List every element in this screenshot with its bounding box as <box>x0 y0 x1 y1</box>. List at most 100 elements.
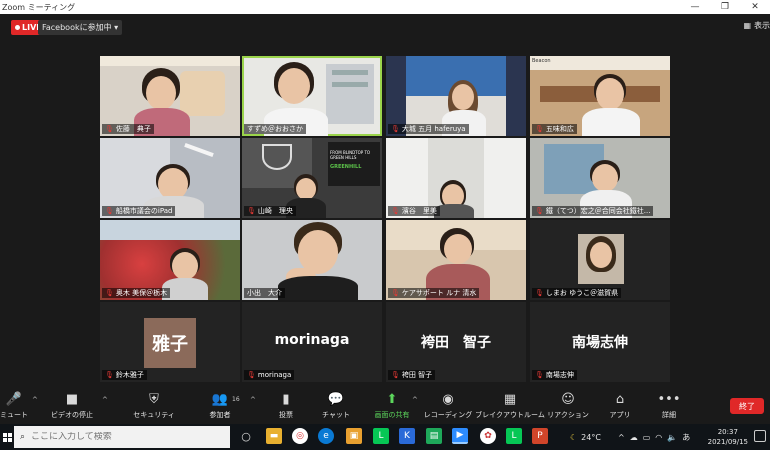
volume-icon[interactable]: 🔈 <box>667 433 677 442</box>
search-icon: ⌕ <box>20 432 26 442</box>
chat-button[interactable]: 💬 チャット <box>308 392 364 422</box>
participants-count: 16 <box>232 396 240 403</box>
muted-mic-icon: 🎙 <box>535 207 544 215</box>
video-tile-active-speaker[interactable]: すずめ＠おおさか <box>242 56 382 136</box>
stop-video-button[interactable]: ■ ビデオの停止 <box>44 392 100 422</box>
video-tile[interactable]: Beacon 🎙 五味和広 <box>530 56 670 136</box>
task-view-icon[interactable]: ○ <box>238 428 254 444</box>
muted-mic-icon: 🎙 <box>391 371 400 379</box>
view-button[interactable]: ▦ 表示 <box>743 20 770 31</box>
zoom-icon[interactable]: ▶ <box>452 428 468 444</box>
ellipsis-icon: ••• <box>657 392 681 407</box>
line-icon[interactable]: L <box>373 428 389 444</box>
breakout-grid-icon: ▦ <box>503 392 517 407</box>
photo-app-icon[interactable]: ▣ <box>346 428 362 444</box>
gym-sign-green: GREENHILL <box>330 164 362 170</box>
share-screen-icon: ⬆ <box>386 392 398 407</box>
edge-icon[interactable]: e <box>318 428 334 444</box>
muted-mic-icon: 🎙 <box>535 125 544 133</box>
video-tile[interactable]: 🎙 鐵（てつ）宏之＠合同会社鐵社... <box>530 138 670 218</box>
smiley-icon: ☺ <box>561 392 575 407</box>
video-tile-off[interactable]: 南場志伸 🎙 南場志伸 <box>530 302 670 382</box>
video-tile[interactable]: 🎙 佐藤 典子 <box>100 56 240 136</box>
taskbar-clock[interactable]: 20:37 2021/09/15 <box>708 427 748 447</box>
show-hidden-icons-icon[interactable]: ^ <box>618 433 625 442</box>
muted-mic-icon: 🎙 <box>535 289 544 297</box>
weather-widget[interactable]: ☾ 24°C <box>570 424 601 450</box>
record-button[interactable]: ◉ レコーディング <box>420 392 476 422</box>
clock-date: 2021/09/15 <box>707 438 748 446</box>
grid-view-icon: ▦ <box>743 21 751 30</box>
network-icon[interactable]: ☁ <box>630 433 638 442</box>
more-button[interactable]: ••• 詳細 <box>641 392 697 422</box>
live-dot-icon <box>15 25 20 30</box>
participants-icon: 👥 <box>211 392 229 407</box>
end-meeting-button[interactable]: 終了 <box>730 398 764 414</box>
participant-name: 🎙 船橋市議会のiPad <box>102 206 176 216</box>
video-tile[interactable]: 🎙 奥木 美保＠栃木 <box>100 220 240 300</box>
video-tile[interactable]: 🎙 ケアサポート ルナ 清水 <box>386 220 526 300</box>
video-tile[interactable]: 🎙 しまお ゆうこ＠滋賀県 <box>530 220 670 300</box>
video-tile-off[interactable]: morinaga 🎙 morinaga <box>242 302 382 382</box>
taskbar-search[interactable]: ⌕ <box>14 426 230 448</box>
muted-mic-icon: 🎙 <box>391 289 400 297</box>
search-input[interactable] <box>31 432 212 442</box>
room-sign: Beacon <box>532 58 551 64</box>
participant-name: 🎙 袴田 智子 <box>388 370 436 380</box>
maximize-button[interactable]: ❐ <box>710 0 740 14</box>
breakout-rooms-button[interactable]: ▦ ブレイクアウトルーム <box>475 392 545 422</box>
share-options-caret[interactable]: ^ <box>412 396 418 404</box>
chrome-icon[interactable]: ◎ <box>292 428 308 444</box>
clock-time: 20:37 <box>717 428 738 436</box>
app-icon[interactable]: ✿ <box>480 428 496 444</box>
muted-mic-icon: 🎙 <box>105 289 114 297</box>
ime-mode[interactable]: あ <box>682 432 690 443</box>
muted-mic-icon: 🎙 <box>391 207 400 215</box>
meeting-toolbar: 🎤 ミュート ^ ■ ビデオの停止 ^ ⛨ セキュリティ 👥 参加者 16 ^ … <box>0 388 770 424</box>
video-tile-off[interactable]: 袴田 智子 🎙 袴田 智子 <box>386 302 526 382</box>
video-tile[interactable]: 🎙 船橋市議会のiPad <box>100 138 240 218</box>
security-button[interactable]: ⛨ セキュリティ <box>126 392 182 422</box>
facebook-live-status[interactable]: Facebookに参加中 ▾ <box>38 20 123 35</box>
poll-button[interactable]: ▮ 投票 <box>258 392 314 422</box>
video-tile-off[interactable]: 雅子 🎙 鈴木雅子 <box>100 302 240 382</box>
apps-button[interactable]: ⌂ アプリ <box>592 392 648 422</box>
file-explorer-icon[interactable]: ▬ <box>266 428 282 444</box>
participant-name: 🎙 山崎 理央 <box>244 206 296 216</box>
participants-options-caret[interactable]: ^ <box>250 396 256 404</box>
video-camera-icon: ■ <box>65 392 79 407</box>
video-tile[interactable]: 小出 大介 <box>242 220 382 300</box>
bar-chart-icon: ▮ <box>282 392 290 407</box>
muted-mic-icon: 🎙 <box>535 371 544 379</box>
start-button[interactable] <box>0 424 14 450</box>
window-titlebar: Zoom ミーティング — ❐ ✕ <box>0 0 770 14</box>
moon-icon: ☾ <box>570 432 578 442</box>
profile-picture-text: 雅子 <box>144 318 196 368</box>
participant-name: 🎙 濱谷 里美 <box>388 206 440 216</box>
audio-options-caret[interactable]: ^ <box>32 396 38 404</box>
line-icon[interactable]: L <box>506 428 522 444</box>
apps-icon: ⌂ <box>615 392 625 407</box>
system-tray[interactable]: ^ ☁ ▭ ◠ 🔈 あ <box>618 424 690 450</box>
zoom-window: Zoom ミーティング — ❐ ✕ LIVE Facebookに参加中 ▾ ▦ … <box>0 0 770 450</box>
video-tile[interactable]: 🎙 大城 五月 haferuya <box>386 56 526 136</box>
app-icon[interactable]: K <box>399 428 415 444</box>
powerpoint-icon[interactable]: P <box>532 428 548 444</box>
participant-name: 🎙 五味和広 <box>532 124 577 134</box>
minimize-button[interactable]: — <box>680 0 710 14</box>
battery-icon[interactable]: ▭ <box>643 433 651 442</box>
video-options-caret[interactable]: ^ <box>102 396 108 404</box>
view-label: 表示 <box>754 21 770 30</box>
chat-bubble-icon: 💬 <box>327 392 345 407</box>
video-tile[interactable]: FROM BLINDTOP TO GREEN HILLS GREENHILL 🎙… <box>242 138 382 218</box>
reactions-button[interactable]: ☺ リアクション <box>540 392 596 422</box>
wifi-icon[interactable]: ◠ <box>655 433 662 442</box>
microphone-icon: 🎤 <box>5 392 23 407</box>
muted-mic-icon: 🎙 <box>247 371 256 379</box>
notification-center-icon[interactable] <box>754 430 766 442</box>
app-icon[interactable]: ▤ <box>426 428 442 444</box>
participant-name: 🎙 大城 五月 haferuya <box>388 124 469 134</box>
participant-name: 🎙 しまお ゆうこ＠滋賀県 <box>532 288 622 298</box>
video-tile[interactable]: 🎙 濱谷 里美 <box>386 138 526 218</box>
close-button[interactable]: ✕ <box>740 0 770 14</box>
